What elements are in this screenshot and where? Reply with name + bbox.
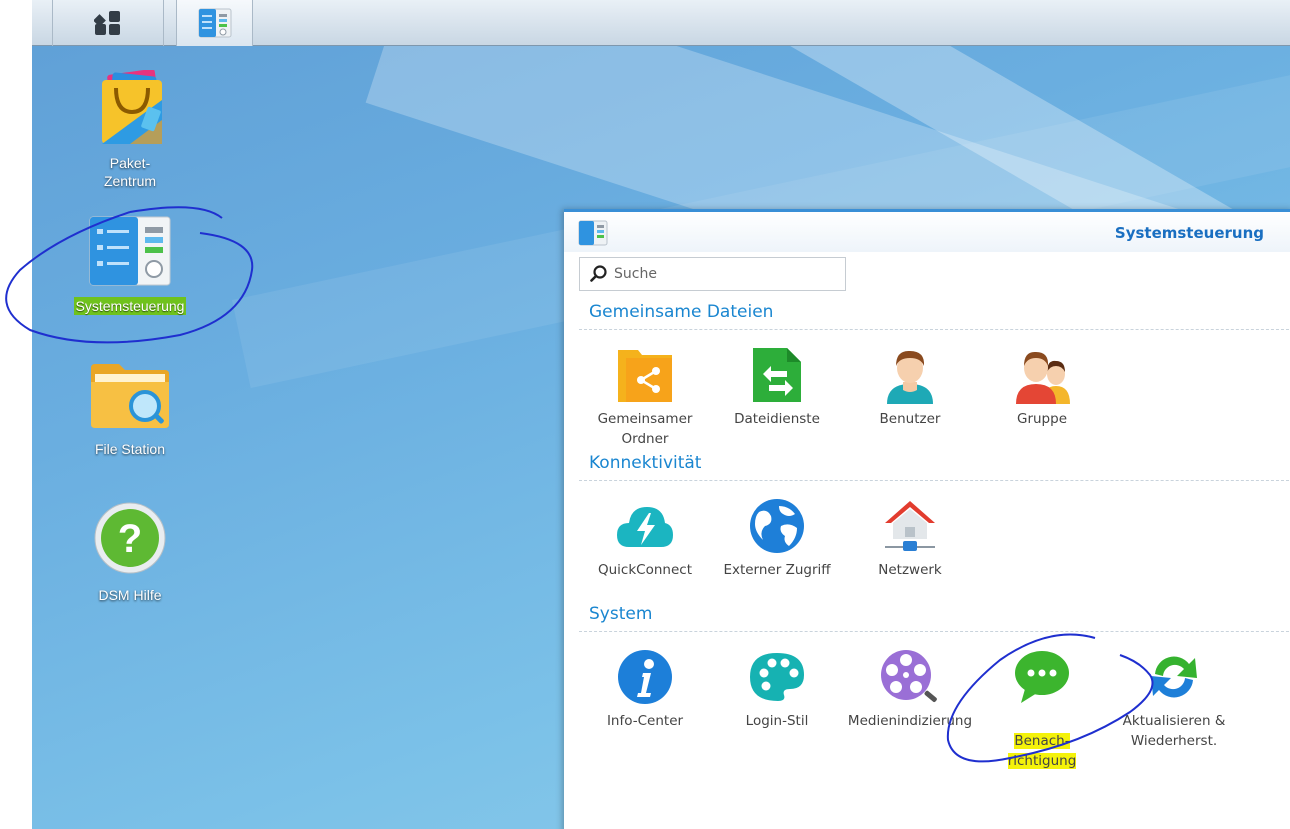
network-house-icon <box>880 496 940 556</box>
shopping-bag-icon <box>102 70 162 144</box>
palette-icon <box>747 647 807 707</box>
item-notification[interactable]: Benach-richtigung <box>976 647 1108 771</box>
control-panel-icon <box>578 220 608 246</box>
desktop-icon-package-center[interactable]: Paket- Zentrum <box>50 70 210 190</box>
taskbar-control-panel-button[interactable] <box>176 0 253 46</box>
item-update-restore[interactable]: Aktualisieren & Wiederherst. <box>1108 647 1240 751</box>
refresh-icon <box>1144 647 1204 707</box>
item-label: QuickConnect <box>598 562 692 578</box>
media-indexing-icon <box>880 647 940 707</box>
desktop-icon-label: Paket- Zentrum <box>103 155 157 189</box>
control-panel-icon <box>89 216 171 286</box>
main-menu-button[interactable] <box>52 0 164 46</box>
taskbar <box>32 0 1290 46</box>
file-services-icon <box>747 345 807 405</box>
globe-icon <box>747 496 807 556</box>
desktop-icon-label: Systemsteuerung <box>73 297 187 315</box>
window-header: Systemsteuerung <box>564 212 1290 252</box>
desktop-icon-control-panel[interactable]: Systemsteuerung <box>50 215 210 315</box>
chat-bubble-icon <box>1012 647 1072 707</box>
search-input[interactable] <box>614 266 834 282</box>
item-file-services[interactable]: Dateidienste <box>711 345 843 429</box>
item-label: Medienindizierung <box>847 713 973 729</box>
svg-text:?: ? <box>118 517 142 561</box>
help-icon: ? <box>94 502 166 574</box>
item-label: Gruppe <box>1016 411 1067 427</box>
search-icon <box>590 265 607 282</box>
item-label: Externer Zugriff <box>723 562 831 578</box>
item-media-indexing[interactable]: Medienindizierung <box>844 647 976 731</box>
desktop-icon-label: DSM Hilfe <box>98 587 162 603</box>
section-title-shared-files: Gemeinsame Dateien <box>589 302 774 322</box>
item-network[interactable]: Netzwerk <box>844 496 976 580</box>
item-external-access[interactable]: Externer Zugriff <box>711 496 843 580</box>
item-label: Aktualisieren & Wiederherst. <box>1122 713 1226 749</box>
desktop-icon-dsm-help[interactable]: ? DSM Hilfe <box>50 500 210 604</box>
control-panel-icon <box>198 8 231 38</box>
section-title-connectivity: Konnektivität <box>589 453 702 473</box>
item-label: Info-Center <box>606 713 684 729</box>
section-divider <box>579 480 1290 481</box>
section-divider <box>579 631 1290 632</box>
folder-search-icon <box>91 364 169 428</box>
group-icon <box>1012 345 1072 405</box>
quickconnect-icon <box>615 496 675 556</box>
item-label: Benutzer <box>879 411 941 427</box>
control-panel-window: Systemsteuerung Gemeinsame Dateien Gemei… <box>564 209 1290 829</box>
item-label: Gemeinsamer Ordner <box>597 411 693 447</box>
item-label: Netzwerk <box>878 562 942 578</box>
item-info-center[interactable]: Info-Center <box>579 647 711 731</box>
desktop-icon-label: File Station <box>94 441 166 457</box>
item-label: Benach-richtigung <box>1007 733 1077 769</box>
search-field[interactable] <box>579 257 846 291</box>
section-title-system: System <box>589 604 653 624</box>
item-group[interactable]: Gruppe <box>976 345 1108 429</box>
item-quickconnect[interactable]: QuickConnect <box>579 496 711 580</box>
item-label: Dateidienste <box>734 411 820 427</box>
section-divider <box>579 329 1290 330</box>
user-icon <box>880 345 940 405</box>
item-shared-folder[interactable]: Gemeinsamer Ordner <box>579 345 711 449</box>
window-title: Systemsteuerung <box>1114 224 1264 242</box>
item-login-style[interactable]: Login-Stil <box>711 647 843 731</box>
desktop-icon-file-station[interactable]: File Station <box>50 360 210 458</box>
item-label: Login-Stil <box>745 713 809 729</box>
info-icon <box>615 647 675 707</box>
shared-folder-icon <box>615 345 675 405</box>
grid-menu-icon <box>94 11 120 35</box>
item-user[interactable]: Benutzer <box>844 345 976 429</box>
